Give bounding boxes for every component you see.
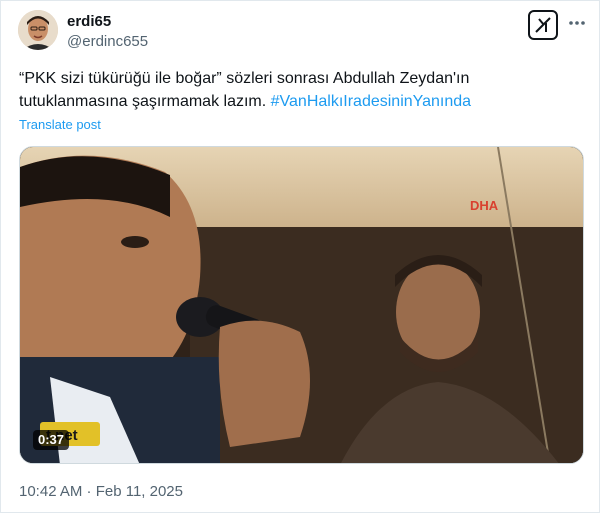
grok-button[interactable] (528, 10, 558, 40)
more-button[interactable] (567, 13, 587, 33)
video-player[interactable]: DHA t net (19, 146, 584, 464)
video-thumbnail: DHA t net (20, 147, 583, 463)
grok-icon (535, 17, 551, 33)
author-name[interactable]: erdi65 (67, 13, 111, 30)
tweet-text: “PKK sizi tükürüğü ile boğar” sözleri so… (19, 67, 581, 113)
tweet-card: erdi65 @erdinc655 “PKK sizi tükürüğü ile… (0, 0, 600, 513)
translate-link[interactable]: Translate post (19, 117, 101, 132)
author-handle[interactable]: @erdinc655 (67, 33, 148, 50)
dha-watermark: DHA (470, 198, 499, 213)
hashtag-link[interactable]: #VanHalkıIradesininYanında (271, 93, 471, 110)
more-dots-icon (569, 21, 585, 25)
tweet-timestamp[interactable]: 10:42 AM · Feb 11, 2025 (19, 483, 183, 500)
video-duration: 0:37 (33, 430, 70, 450)
avatar-image (18, 10, 58, 50)
avatar[interactable] (18, 10, 58, 50)
